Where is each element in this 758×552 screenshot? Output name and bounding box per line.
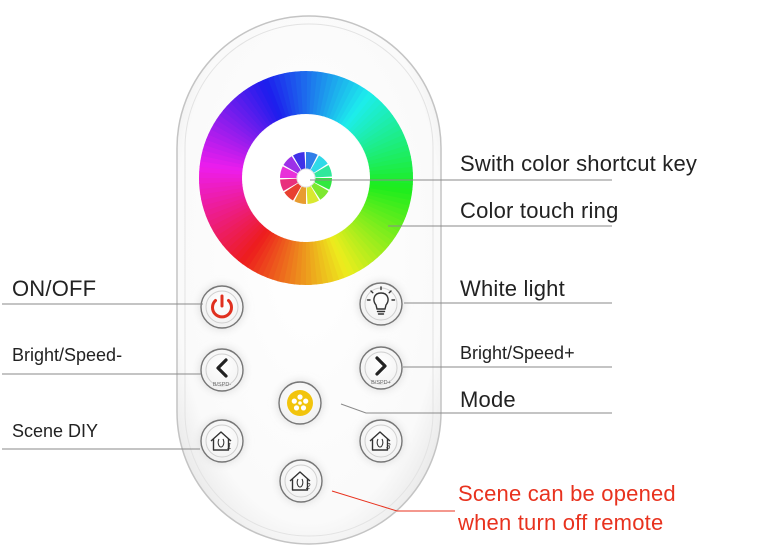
on-off-label: ON/OFF <box>12 276 97 301</box>
white-light-label: White light <box>460 276 565 301</box>
switch-color-label: Swith color shortcut key <box>460 151 698 176</box>
bspd-plus-label: B/SPD+ <box>371 380 391 386</box>
white-light-button[interactable] <box>358 281 404 327</box>
scene-2-button[interactable]: 2 <box>278 458 324 504</box>
mode-flower-icon <box>287 390 313 416</box>
bright-plus-label: Bright/Speed+ <box>460 343 575 363</box>
scene-diy-label: Scene DIY <box>12 421 99 441</box>
mode-button[interactable] <box>277 380 323 426</box>
scene-2-number: 2 <box>305 482 311 491</box>
scene-3-button[interactable]: 3 <box>358 418 404 464</box>
scene-3-number: 3 <box>386 442 391 451</box>
bright-speed-minus-button[interactable]: B/SPD- <box>199 347 245 393</box>
scene-1-number: 1 <box>227 442 231 451</box>
remote-diagram: B/SPD- B/SPD+ 1 3 2 <box>2 15 612 545</box>
scene-1-button[interactable]: 1 <box>199 418 245 464</box>
power-button[interactable] <box>199 284 245 330</box>
bright-minus-label: Bright/Speed- <box>12 345 123 365</box>
mode-label: Mode <box>460 387 516 412</box>
bright-speed-plus-button[interactable]: B/SPD+ <box>358 345 404 391</box>
bspd-minus-label: B/SPD- <box>213 382 232 388</box>
color-ring-label: Color touch ring <box>460 198 619 223</box>
scene-note-line-2: when turn off remote <box>458 510 664 535</box>
shortcut-key-center <box>296 168 316 188</box>
scene-note-line-1: Scene can be opened <box>458 481 676 506</box>
